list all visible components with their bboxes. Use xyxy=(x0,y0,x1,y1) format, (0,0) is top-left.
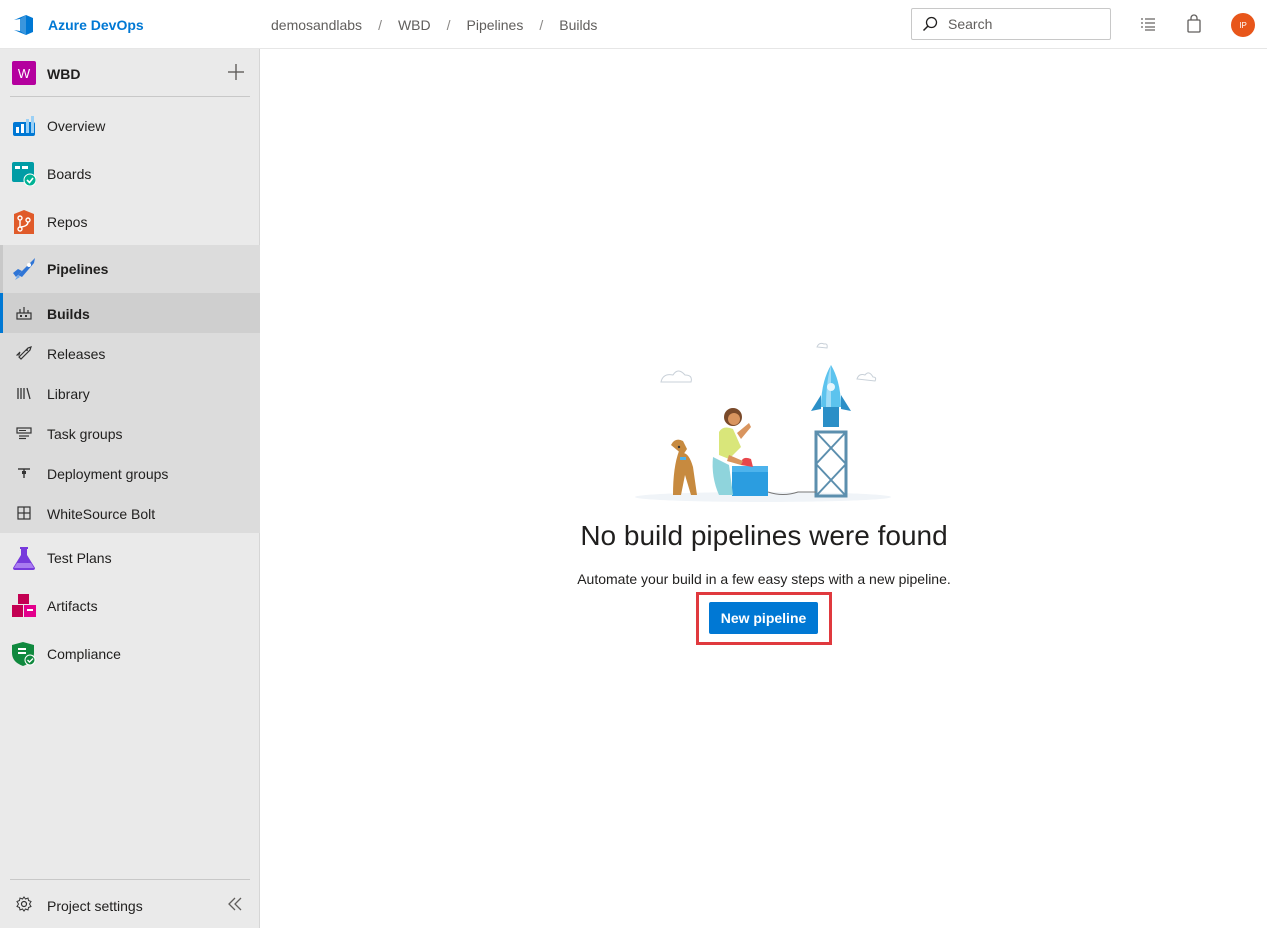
boards-icon xyxy=(12,162,36,186)
work-items-list-icon[interactable] xyxy=(1138,14,1158,34)
new-pipeline-button[interactable]: New pipeline xyxy=(709,602,818,634)
sidebar-item-boards[interactable]: Boards xyxy=(0,150,260,198)
brand-name: Azure DevOps xyxy=(48,17,144,33)
empty-state-title: No build pipelines were found xyxy=(580,520,948,551)
active-indicator xyxy=(0,293,3,333)
breadcrumb-org[interactable]: demosandlabs xyxy=(271,17,362,33)
project-settings-label: Project settings xyxy=(47,898,143,914)
repos-icon xyxy=(14,210,34,234)
sidebar-item-label: Artifacts xyxy=(47,598,98,614)
sidebar-item-label: Boards xyxy=(47,166,92,182)
breadcrumb: demosandlabs / WBD / Pipelines / Builds xyxy=(271,17,597,33)
sidebar-item-label: Deployment groups xyxy=(47,466,169,482)
project-settings[interactable]: Project settings xyxy=(10,879,250,928)
task-groups-icon xyxy=(16,427,32,440)
sidebar-item-label: Overview xyxy=(47,118,106,134)
sidebar-item-label: Builds xyxy=(47,306,90,322)
sidebar-item-releases[interactable]: Releases xyxy=(0,333,260,373)
grid-icon xyxy=(17,506,31,520)
builds-icon xyxy=(16,307,32,320)
breadcrumb-separator: / xyxy=(446,17,451,33)
user-avatar[interactable]: IP xyxy=(1231,13,1255,37)
artifacts-icon xyxy=(12,594,36,617)
search-icon xyxy=(922,16,938,32)
gear-icon xyxy=(16,896,32,912)
marketplace-bag-icon[interactable] xyxy=(1184,14,1204,34)
sidebar-item-whitesource-bolt[interactable]: WhiteSource Bolt xyxy=(0,493,260,533)
divider xyxy=(10,96,250,97)
sidebar-item-repos[interactable]: Repos xyxy=(0,198,260,246)
sidebar-item-label: Compliance xyxy=(47,646,121,662)
rocket-icon xyxy=(16,346,32,360)
breadcrumb-pipelines[interactable]: Pipelines xyxy=(467,17,524,33)
sidebar-item-label: Pipelines xyxy=(47,261,109,277)
sidebar-item-library[interactable]: Library xyxy=(0,373,260,413)
deployment-groups-icon xyxy=(18,468,30,478)
sidebar-item-label: WhiteSource Bolt xyxy=(47,506,156,522)
sidebar-item-builds[interactable]: Builds xyxy=(0,293,260,333)
breadcrumb-separator: / xyxy=(378,17,382,33)
sidebar-item-label: Repos xyxy=(47,214,88,230)
project-name: WBD xyxy=(47,66,81,82)
empty-state-illustration xyxy=(635,342,891,502)
azure-devops-logo-icon xyxy=(14,15,33,35)
collapse-sidebar-icon[interactable] xyxy=(226,896,244,912)
brand[interactable]: Azure DevOps xyxy=(12,13,144,37)
top-bar: Azure DevOps demosandlabs / WBD / Pipeli… xyxy=(0,0,1267,49)
add-icon[interactable] xyxy=(225,61,247,83)
sidebar-item-artifacts[interactable]: Artifacts xyxy=(0,582,260,630)
compliance-shield-icon xyxy=(12,642,36,666)
breadcrumb-project[interactable]: WBD xyxy=(398,17,431,33)
sidebar-item-overview[interactable]: Overview xyxy=(0,102,260,150)
search-box[interactable]: Search xyxy=(911,8,1111,40)
project-badge: W xyxy=(12,61,36,85)
sidebar-item-pipelines[interactable]: Pipelines xyxy=(0,245,260,293)
sidebar-item-deployment-groups[interactable]: Deployment groups xyxy=(0,453,260,493)
breadcrumb-separator: / xyxy=(539,17,544,33)
search-input[interactable]: Search xyxy=(948,16,992,32)
library-icon xyxy=(17,387,31,400)
sidebar-item-label: Task groups xyxy=(47,426,123,442)
sidebar-item-label: Releases xyxy=(47,346,106,362)
sidebar-item-task-groups[interactable]: Task groups xyxy=(0,413,260,453)
sidebar-item-test-plans[interactable]: Test Plans xyxy=(0,534,260,582)
sidebar-item-label: Library xyxy=(47,386,90,402)
breadcrumb-builds[interactable]: Builds xyxy=(559,17,597,33)
sidebar: W WBD Overview Boards Repos Pipelines Bu… xyxy=(0,49,260,928)
project-header[interactable]: W WBD xyxy=(0,49,260,97)
overview-icon xyxy=(13,116,35,136)
pipelines-icon xyxy=(13,258,35,280)
sidebar-item-compliance[interactable]: Compliance xyxy=(0,630,260,678)
main-content: No build pipelines were found Automate y… xyxy=(261,49,1267,928)
empty-state-subtitle: Automate your build in a few easy steps … xyxy=(577,571,951,587)
sidebar-item-label: Test Plans xyxy=(47,550,112,566)
test-plans-icon xyxy=(13,547,35,570)
